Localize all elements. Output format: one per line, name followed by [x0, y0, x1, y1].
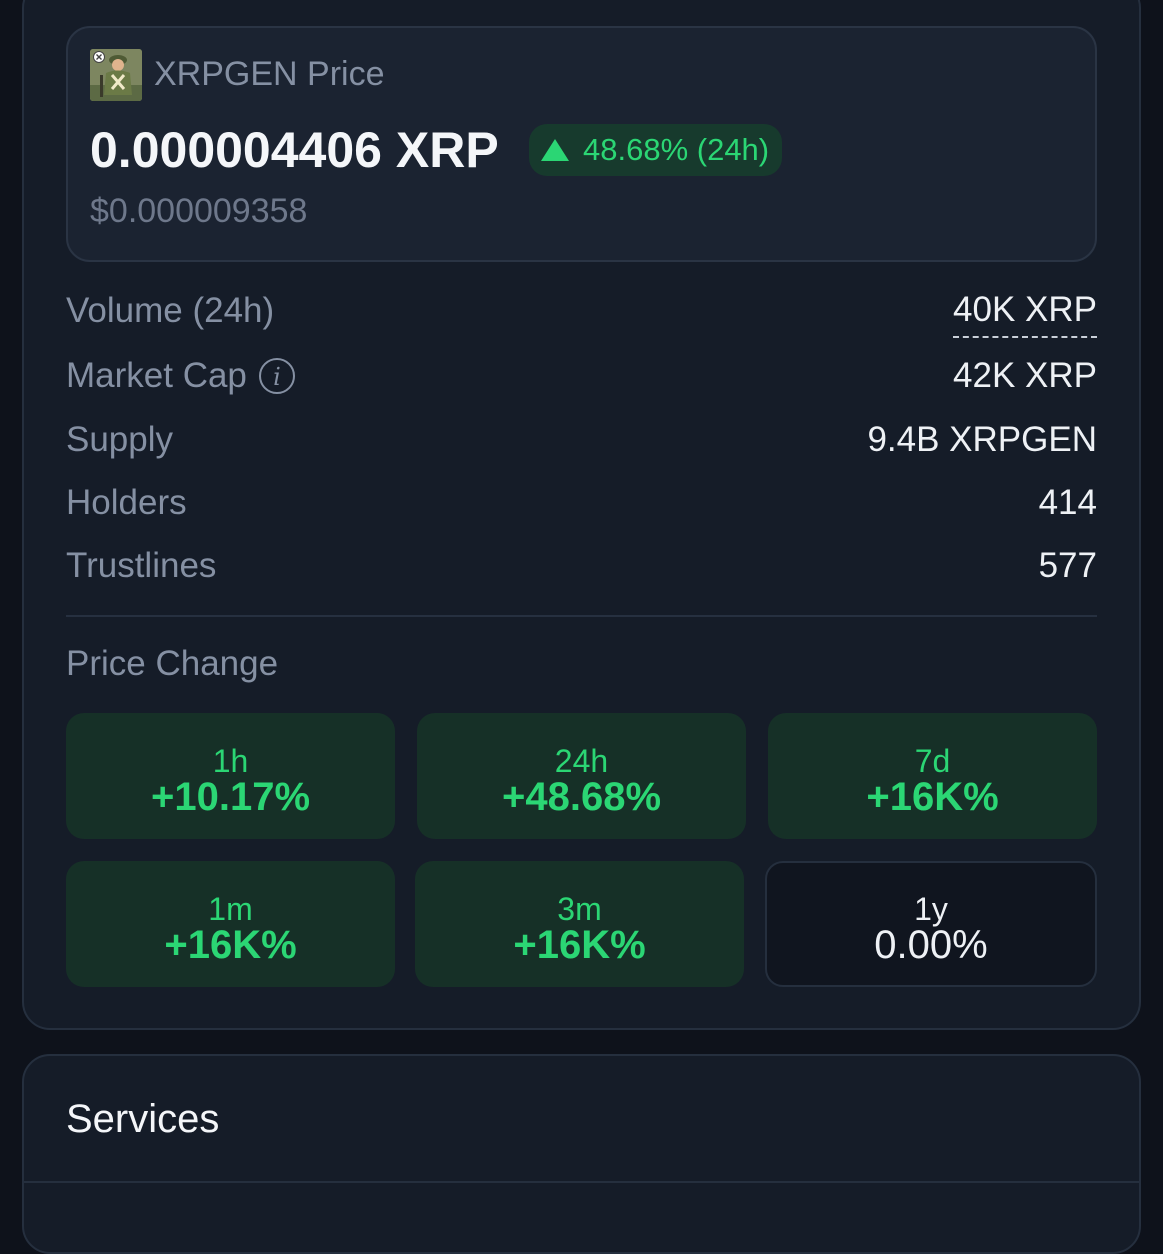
services-card: [22, 1054, 1141, 1254]
info-icon[interactable]: [258, 358, 295, 394]
services-title: Services: [66, 1097, 220, 1141]
market-cap-label: Market Cap: [66, 356, 247, 395]
price-xrp: 0.000004406 XRP: [90, 122, 499, 178]
tile-percent: +48.68%: [501, 775, 662, 819]
change-24h-text: 48.68% (24h): [583, 132, 770, 167]
change-24h-badge: 48.68% (24h): [529, 124, 783, 176]
stat-label-volume: Volume (24h): [66, 291, 275, 330]
tile-percent: +16K%: [164, 923, 297, 967]
soldier-avatar-icon: [90, 49, 142, 101]
price-change-tile-7d: 7d +16K%: [768, 713, 1097, 839]
tile-percent: +16K%: [866, 775, 999, 819]
stat-value-volume[interactable]: 40K XRP: [953, 290, 1097, 338]
tile-percent: 0.00%: [874, 923, 988, 967]
price-change-tile-1h: 1h +10.17%: [66, 713, 395, 839]
stat-value-trustlines: 577: [1038, 546, 1097, 585]
stat-value-market-cap: 42K XRP: [953, 356, 1097, 395]
stat-label-market-cap: Market Cap: [66, 356, 295, 396]
stat-label-trustlines: Trustlines: [66, 546, 217, 585]
tile-percent: +10.17%: [150, 775, 311, 819]
price-usd: $0.000009358: [90, 192, 308, 230]
price-change-tile-1m: 1m +16K%: [66, 861, 395, 987]
stat-value-supply: 9.4B XRPGEN: [867, 420, 1097, 459]
triangle-up-icon: [541, 139, 569, 161]
price-change-tile-3m: 3m +16K%: [415, 861, 744, 987]
price-change-title: Price Change: [66, 644, 279, 683]
stat-label-holders: Holders: [66, 483, 187, 522]
stat-label-supply: Supply: [66, 420, 174, 459]
tile-percent: +16K%: [513, 923, 646, 967]
divider: [24, 1181, 1139, 1183]
token-price-title: XRPGEN Price: [154, 55, 385, 93]
price-change-tile-1y: 1y 0.00%: [765, 861, 1097, 987]
price-change-tile-24h: 24h +48.68%: [417, 713, 746, 839]
divider: [66, 615, 1097, 617]
stat-value-holders: 414: [1038, 483, 1097, 522]
